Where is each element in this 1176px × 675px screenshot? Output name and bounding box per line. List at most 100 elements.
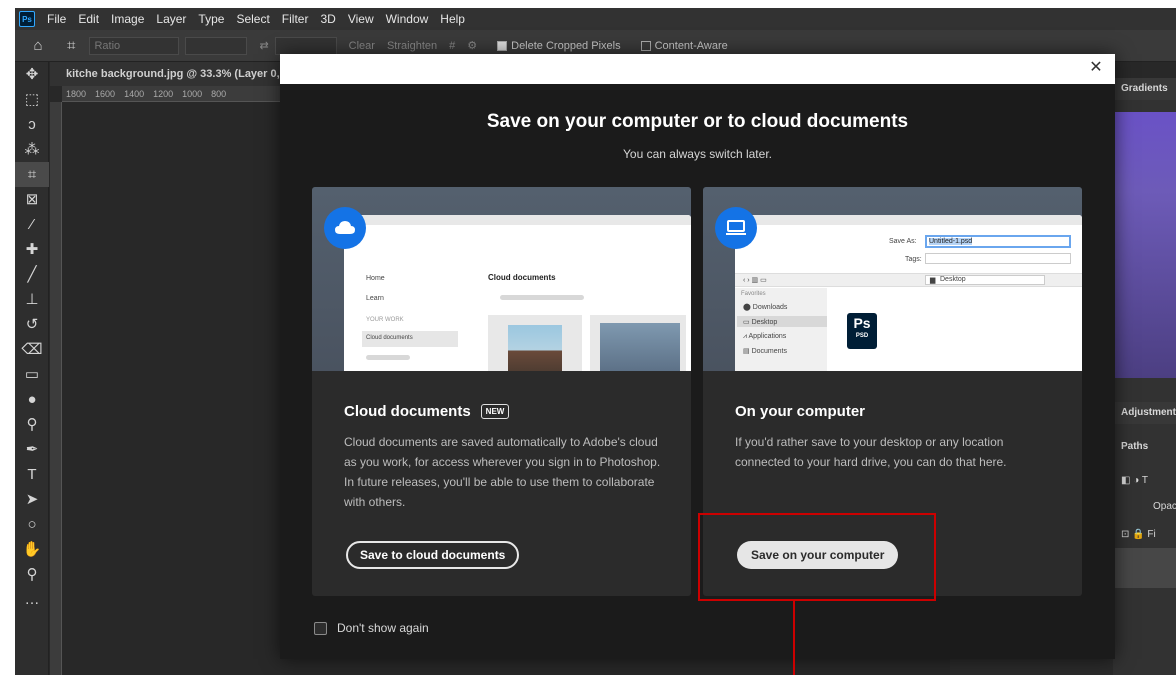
menu-edit[interactable]: Edit (72, 12, 105, 26)
illus-your-work: YOUR WORK (366, 317, 404, 323)
content-aware-label: Content-Aware (654, 39, 728, 52)
menu-file[interactable]: File (41, 12, 72, 26)
dialog-titlebar: ✕ (280, 54, 1115, 84)
clone-stamp-tool-icon[interactable]: ⊥ (15, 287, 49, 312)
delete-cropped-label: Delete Cropped Pixels (511, 39, 621, 52)
move-tool-icon[interactable]: ✥ (15, 62, 49, 87)
layer-filter-icons[interactable]: ◧ ◑ T (1113, 470, 1176, 492)
brush-tool-icon[interactable]: ╱ (15, 262, 49, 287)
more-tools-icon[interactable]: … (15, 587, 49, 612)
menu-help[interactable]: Help (434, 12, 471, 26)
menu-3d[interactable]: 3D (314, 12, 341, 26)
grid-overlay-icon[interactable]: # (449, 40, 455, 52)
dont-show-checkbox[interactable] (314, 621, 327, 635)
dont-show-again-option[interactable]: Don't show again (314, 621, 429, 635)
content-aware-checkbox[interactable]: Content-Aware (640, 39, 728, 52)
computer-icon (715, 207, 757, 249)
shape-tool-icon[interactable]: ○ (15, 512, 49, 537)
nav-arrows-icon: ‹ › ▥ ▭ (743, 277, 767, 284)
illus-documents: ▤ Documents (743, 348, 787, 355)
dialog-title: Save on your computer or to cloud docume… (486, 111, 909, 132)
healing-brush-tool-icon[interactable]: ✚ (15, 237, 49, 262)
illus-applications: ⩘ Applications (743, 333, 787, 340)
tab-paths[interactable]: Paths (1113, 436, 1176, 458)
cloud-icon (324, 207, 366, 249)
computer-card-heading: On your computer (735, 403, 865, 420)
eyedropper-tool-icon[interactable]: ⁄ (15, 212, 49, 237)
history-brush-tool-icon[interactable]: ↺ (15, 312, 49, 337)
crop-tool-icon[interactable]: ⌗ (67, 37, 75, 54)
cloud-documents-illustration: Home Learn YOUR WORK Cloud documents Clo… (312, 187, 691, 371)
ratio-select[interactable]: Ratio (89, 36, 180, 55)
illus-tags-label: Tags: (905, 256, 922, 263)
photoshop-logo-icon: Ps (19, 11, 35, 27)
ruler-tick: 1600 (95, 89, 116, 99)
height-input[interactable] (274, 36, 337, 55)
ruler-tick: 1800 (66, 89, 87, 99)
ruler-tick: 1000 (182, 89, 203, 99)
home-icon[interactable]: ⌂ (25, 37, 51, 54)
cloud-documents-card: Home Learn YOUR WORK Cloud documents Clo… (312, 187, 691, 596)
lock-icons[interactable]: ⊡ 🔒 Fi (1113, 524, 1176, 546)
menu-image[interactable]: Image (105, 12, 150, 26)
path-selection-tool-icon[interactable]: ➤ (15, 487, 49, 512)
menu-filter[interactable]: Filter (276, 12, 315, 26)
illus-filename: Untitled-1.psd (929, 238, 973, 245)
illus-learn: Learn (366, 295, 384, 302)
close-icon[interactable]: ✕ (1085, 57, 1107, 79)
horizontal-ruler: 1800 1600 1400 1200 1000 800 (62, 86, 302, 102)
canvas-area[interactable] (62, 102, 302, 675)
checkbox-checked-icon (497, 40, 508, 51)
hand-tool-icon[interactable]: ✋ (15, 537, 49, 562)
type-tool-icon[interactable]: T (15, 462, 49, 487)
menu-view[interactable]: View (342, 12, 380, 26)
frame-tool-icon[interactable]: ⊠ (15, 187, 49, 212)
crop-tool-icon[interactable]: ⌗ (15, 162, 49, 187)
highlight-box (698, 513, 936, 601)
gear-icon[interactable]: ⚙ (467, 39, 477, 52)
width-input[interactable] (185, 36, 248, 55)
new-badge: NEW (480, 404, 510, 419)
ruler-tick: 800 (211, 89, 227, 99)
marquee-tool-icon[interactable]: ⬚ (15, 87, 49, 112)
save-dialog-illustration: Save As: Untitled-1.psd Tags: ‹ › ▥ ▭ ▆ … (735, 215, 1082, 371)
ruler-tick: 1400 (124, 89, 145, 99)
toolbox: ✥ ⬚ ↄ ⁂ ⌗ ⊠ ⁄ ✚ ╱ ⊥ ↺ ⌫ ▭ ● ⚲ ✒ T ➤ ○ ✋ … (15, 62, 49, 675)
opacity-label: Opacit (1113, 496, 1176, 518)
straighten-button[interactable]: Straighten (387, 40, 437, 52)
gradient-tool-icon[interactable]: ▭ (15, 362, 49, 387)
illus-downloads: ⬤ Downloads (743, 304, 788, 311)
blur-tool-icon[interactable]: ● (15, 387, 49, 412)
illus-desktop: ▭ Desktop (743, 319, 778, 326)
delete-cropped-checkbox[interactable]: Delete Cropped Pixels (497, 39, 621, 52)
menu-window[interactable]: Window (380, 12, 435, 26)
computer-card-title: On your computer (735, 403, 866, 420)
gradient-preview[interactable] (1113, 112, 1176, 378)
document-tab[interactable]: kitche background.jpg @ 33.3% (Layer 0, (50, 62, 300, 86)
menu-select[interactable]: Select (230, 12, 275, 26)
tab-adjustments[interactable]: Adjustments (1113, 402, 1176, 424)
layer-row[interactable] (1113, 548, 1176, 588)
menu-type[interactable]: Type (192, 12, 230, 26)
psd-file-icon: Ps PSD (847, 313, 877, 349)
dodge-tool-icon[interactable]: ⚲ (15, 412, 49, 437)
checkbox-empty-icon (640, 40, 651, 51)
lasso-tool-icon[interactable]: ↄ (15, 112, 49, 137)
clear-button[interactable]: Clear (349, 40, 375, 52)
illus-cloud-docs: Cloud documents (366, 335, 413, 341)
zoom-tool-icon[interactable]: ⚲ (15, 562, 49, 587)
highlight-pointer-line (793, 601, 795, 675)
menu-layer[interactable]: Layer (150, 12, 192, 26)
illus-save-as-label: Save As: (889, 238, 917, 245)
dont-show-label: Don't show again (337, 621, 429, 635)
magic-wand-tool-icon[interactable]: ⁂ (15, 137, 49, 162)
save-to-cloud-button[interactable]: Save to cloud documents (346, 541, 520, 569)
pen-tool-icon[interactable]: ✒ (15, 437, 49, 462)
fill-label: Fi (1147, 529, 1156, 540)
illus-favorites: Favorites (741, 291, 766, 297)
swap-icon[interactable]: ⇄ (259, 39, 268, 52)
folder-icon: ▆ (930, 277, 936, 284)
tab-gradients[interactable]: Gradients (1113, 78, 1176, 100)
cloud-card-description: Cloud documents are saved automatically … (344, 435, 661, 509)
eraser-tool-icon[interactable]: ⌫ (15, 337, 49, 362)
